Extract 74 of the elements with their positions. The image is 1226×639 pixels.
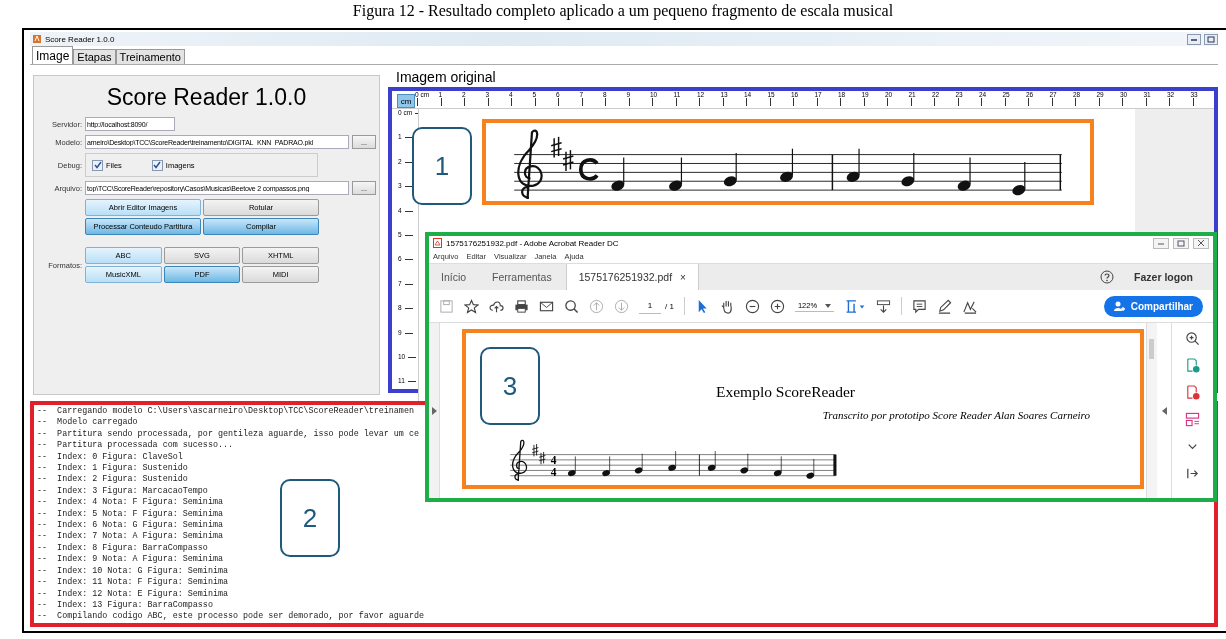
zoom-in-icon[interactable] [1185,331,1200,346]
comment-icon[interactable] [912,298,928,314]
log-line: -- Index: 3 Figura: MarcacaoTempo [37,485,208,497]
callout-number: 3 [480,347,540,425]
tab[interactable]: 1575176251932.pdf × [565,264,699,290]
login-link[interactable]: Fazer logon [1116,264,1201,290]
tab[interactable]: Etapas [73,49,116,64]
share-button[interactable]: Compartilhar [1103,295,1203,317]
collapse-panel-icon[interactable] [1185,466,1200,481]
maximize-button[interactable] [1204,33,1218,45]
log-line: -- Index: 6 Nota: G Figura: Seminima [37,520,223,531]
log-line: -- Index: 7 Nota: A Figura: Seminima [37,531,223,543]
log-line: -- Index: 10 Nota: G Figura: Seminima [37,565,228,577]
window-title: Score Reader 1.0.0 [45,34,115,44]
export-file-icon[interactable] [1185,385,1200,400]
tab[interactable]: Início [429,264,479,290]
log-line: -- Carregando modelo C:\Users\ascarneiro\Desktop\TCC\ScoreReader\treinamen [37,406,414,417]
close-button[interactable] [1193,237,1209,249]
log-line: -- Index: 8 Figura: BarraCompasso [37,542,208,554]
organize-pages-icon[interactable] [1185,412,1200,427]
expand-arrow-icon[interactable] [431,406,437,415]
search-icon[interactable] [564,298,579,314]
app-icon [32,34,42,44]
log-line: -- Index: 1 Figura: Sustenido [37,463,188,474]
checkbox[interactable] [92,159,103,171]
log-line: -- Compilando codigo ABC, este processo pode ser demorado, por favor aguarde [37,611,424,623]
log-line: -- Index: 12 Nota: E Figura: Seminima [37,588,228,600]
zoom-in-icon[interactable] [769,298,785,314]
callout-number: 1 [412,127,472,205]
figure-caption: Figura 12 - Resultado completo aplicado a um pequeno fragmento de escala musical [351,1,895,22]
time-signature: 4 4 [550,454,557,478]
minimize-button[interactable] [1187,33,1201,45]
add-person-icon [1113,300,1126,312]
close-icon [1197,239,1205,247]
section-title: Imagem original [395,69,497,87]
print-icon[interactable] [514,298,529,314]
document-subtitle: Transcrito por prototipo Score Reader Alan Soares Carneiro [822,409,1090,421]
tab[interactable]: Treinamento [115,49,185,64]
log-line: -- Index: 13 Figura: BarraCompasso [37,599,213,611]
log-line: -- Partitura processada com sucesso... [37,440,233,452]
window-title: 1575176251932.pdf - Adobe Acrobat Reader DC [446,238,619,248]
maximize-icon [1177,239,1185,247]
log-line: -- Index: 4 Nota: F Figura: Seminima [37,497,223,509]
log-line: -- Partitura sendo processada, por gentileza aguarde, isso pode levar um ce [37,428,419,440]
log-line: -- Modelo carregado [37,417,138,429]
log-line: -- Index: 9 Nota: A Figura: Seminima [37,554,223,566]
minimize-icon [1157,240,1165,246]
add-file-icon[interactable] [1185,358,1200,373]
fit-page-icon[interactable] [844,298,867,314]
document-title: Exemplo ScoreReader [716,383,855,401]
caret-icon [825,303,832,308]
log-line: -- Index: 2 Figura: Sustenido [37,474,188,486]
cloud-upload-icon[interactable] [489,298,504,314]
app-heading: Score Reader 1.0.0 [105,84,308,111]
scrollbar[interactable] [1146,323,1157,498]
checkbox[interactable] [151,159,163,171]
pen-icon[interactable] [937,298,953,314]
log-line: -- Index: 11 Nota: F Figura: Seminima [37,577,228,589]
maximize-icon [1207,35,1215,43]
callout-number: 2 [280,479,340,557]
signature-icon[interactable] [962,298,978,314]
help-icon[interactable] [1100,270,1115,284]
minimize-icon [1190,36,1198,42]
tab[interactable]: Image [32,46,74,64]
star-icon[interactable] [464,298,479,314]
page-count: / 1 [665,301,674,311]
scroll-mode-icon[interactable] [876,298,892,314]
collapse-arrow-icon[interactable] [1161,406,1167,415]
hand-icon[interactable] [719,298,735,314]
tab[interactable]: Ferramentas [480,264,564,290]
log-line: -- Index: 0 Figura: ClaveSol [37,451,183,463]
unit-button[interactable]: cm [397,94,415,108]
log-line: -- Index: 5 Nota: F Figura: Seminima [37,508,223,520]
zoom-out-icon[interactable] [744,298,760,314]
